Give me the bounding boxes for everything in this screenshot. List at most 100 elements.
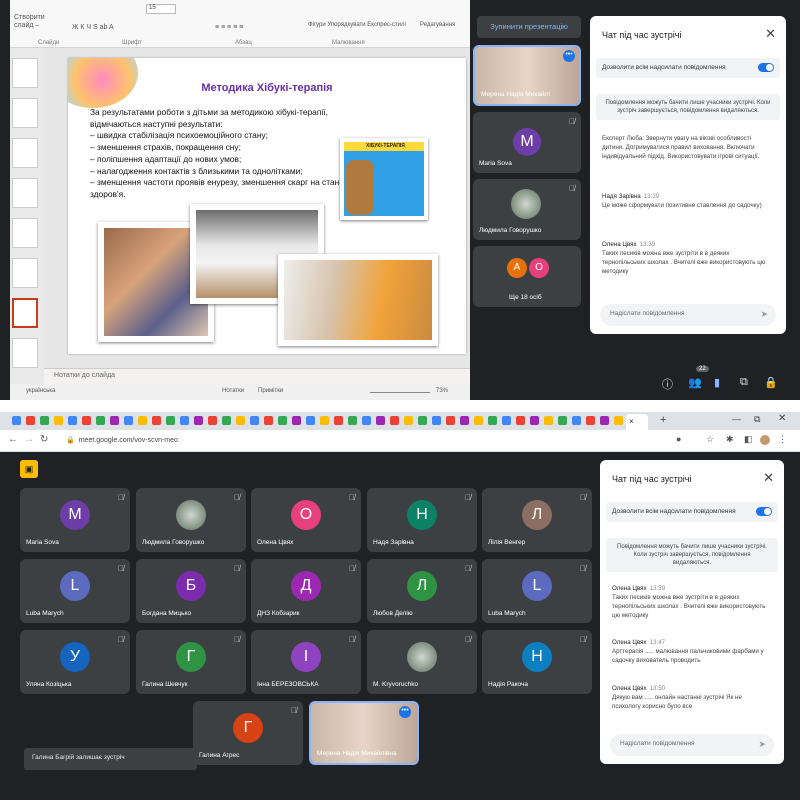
participant-tile[interactable]: 🎙̸ Г Галина Шевчук bbox=[136, 630, 246, 694]
new-slide-button[interactable]: Створити слайд – bbox=[14, 14, 54, 30]
tab-favicon[interactable] bbox=[446, 416, 455, 425]
send-icon[interactable]: ➤ bbox=[760, 309, 768, 320]
participant-tile[interactable]: 🎙̸ Людмила Говорушко bbox=[473, 179, 581, 240]
chat-icon[interactable]: ▮ bbox=[714, 376, 720, 389]
slide-thumbnail-active[interactable] bbox=[12, 298, 38, 328]
forward-icon[interactable]: → bbox=[24, 434, 34, 445]
participant-tile[interactable]: 🎙̸ Людмила Говорушко bbox=[136, 488, 246, 552]
participant-tile[interactable]: 🎙̸ L Luba Marych bbox=[482, 559, 592, 623]
tab-favicon[interactable] bbox=[516, 416, 525, 425]
tab-favicon[interactable] bbox=[306, 416, 315, 425]
info-icon[interactable]: ⓘ bbox=[662, 376, 673, 392]
editing-button[interactable]: Редагування bbox=[420, 22, 455, 28]
tab-favicon[interactable] bbox=[320, 416, 329, 425]
participant-tile[interactable]: 🎙̸ Н Надя Зарівна bbox=[367, 488, 477, 552]
tab-favicon[interactable] bbox=[432, 416, 441, 425]
tab-favicon[interactable] bbox=[376, 416, 385, 425]
minimize-icon[interactable]: — bbox=[732, 414, 741, 424]
tab-favicon[interactable] bbox=[404, 416, 413, 425]
tab-favicon[interactable] bbox=[530, 416, 539, 425]
tab-favicon[interactable] bbox=[572, 416, 581, 425]
tab-close-icon[interactable]: × bbox=[629, 417, 634, 426]
reload-icon[interactable]: ↻ bbox=[40, 434, 48, 445]
tab-favicon[interactable] bbox=[390, 416, 399, 425]
profile-avatar[interactable] bbox=[760, 435, 770, 445]
tab-favicon[interactable] bbox=[110, 416, 119, 425]
restore-icon[interactable]: ⧉ bbox=[754, 414, 760, 425]
participant-tile[interactable]: 🎙̸ L Luba Marych bbox=[20, 559, 130, 623]
slide-thumbnail[interactable] bbox=[12, 58, 38, 88]
participant-tile[interactable]: 🎙̸ Л Лілія Венгер bbox=[482, 488, 592, 552]
allow-messages-toggle[interactable] bbox=[758, 63, 774, 72]
language-status[interactable]: українська bbox=[26, 388, 56, 394]
tab-favicon[interactable] bbox=[124, 416, 133, 425]
chat-input[interactable]: Надіслати повідомлення ➤ bbox=[610, 734, 774, 756]
more-options-icon[interactable]: ••• bbox=[563, 50, 575, 62]
slide-thumbnail[interactable] bbox=[12, 258, 38, 288]
send-icon[interactable]: ➤ bbox=[758, 739, 766, 750]
tab-favicon[interactable] bbox=[586, 416, 595, 425]
tab-favicon[interactable] bbox=[460, 416, 469, 425]
tab-favicon[interactable] bbox=[334, 416, 343, 425]
tab-favicon[interactable] bbox=[152, 416, 161, 425]
participant-tile[interactable]: 🎙̸ І Інна БЕРЕЗОВСЬКА bbox=[251, 630, 361, 694]
chat-input[interactable]: Надіслати повідомлення ➤ bbox=[600, 304, 776, 326]
star-icon[interactable]: ☆ bbox=[706, 434, 714, 445]
slide-thumbnail[interactable] bbox=[12, 178, 38, 208]
slide-thumbnail[interactable] bbox=[12, 338, 38, 368]
participant-tile[interactable]: 🎙̸ Н Надія Ракоча bbox=[482, 630, 592, 694]
allow-messages-toggle[interactable] bbox=[756, 507, 772, 516]
tab-favicon[interactable] bbox=[96, 416, 105, 425]
slide-canvas[interactable]: Методика Хібукі-терапія За результатами … bbox=[68, 58, 466, 354]
participant-tile[interactable]: 🎙̸ Г Галина Агрес bbox=[193, 701, 303, 765]
active-tab[interactable]: × bbox=[626, 414, 648, 430]
extensions-icon[interactable]: ✱ bbox=[726, 434, 734, 445]
tab-favicon[interactable] bbox=[264, 416, 273, 425]
camera-icon[interactable]: ● bbox=[676, 434, 681, 444]
notes-pane[interactable]: Нотатки до слайда bbox=[44, 368, 470, 384]
tab-favicon[interactable] bbox=[82, 416, 91, 425]
tab-favicon[interactable] bbox=[558, 416, 567, 425]
tab-favicon[interactable] bbox=[236, 416, 245, 425]
tab-favicon[interactable] bbox=[180, 416, 189, 425]
tab-favicon[interactable] bbox=[348, 416, 357, 425]
participant-tile[interactable]: 🎙̸ M Maria Sova bbox=[20, 488, 130, 552]
tab-favicon[interactable] bbox=[40, 416, 49, 425]
tab-favicon[interactable] bbox=[26, 416, 35, 425]
participant-tile[interactable]: 🎙̸ M. Kryvoruchko bbox=[367, 630, 477, 694]
tab-favicon[interactable] bbox=[292, 416, 301, 425]
notes-toggle[interactable]: Нотатки bbox=[222, 388, 244, 394]
tab-favicon[interactable] bbox=[222, 416, 231, 425]
tab-favicon[interactable] bbox=[194, 416, 203, 425]
stop-presenting-button[interactable]: Зупинити презентацію bbox=[477, 16, 581, 38]
tab-favicon[interactable] bbox=[250, 416, 259, 425]
tab-favicon[interactable] bbox=[488, 416, 497, 425]
participant-tile[interactable]: ••• Мерена Надія Михайлівна bbox=[309, 701, 419, 765]
lock-icon[interactable]: 🔒 bbox=[764, 376, 778, 389]
slide-thumbnail[interactable] bbox=[12, 98, 38, 128]
tab-favicon[interactable] bbox=[614, 416, 623, 425]
participant-tile[interactable]: 🎙̸ Б Богдана Мицько bbox=[136, 559, 246, 623]
close-icon[interactable]: ✕ bbox=[763, 470, 774, 486]
close-window-icon[interactable]: ✕ bbox=[778, 413, 786, 424]
zoom-slider[interactable] bbox=[370, 392, 430, 393]
paragraph-buttons[interactable]: ≡ ≡ ≡ ≡ ≡ bbox=[215, 24, 243, 31]
menu-icon[interactable]: ⋮ bbox=[778, 434, 787, 445]
tab-favicon[interactable] bbox=[12, 416, 21, 425]
drawing-buttons[interactable]: Фігури Упорядкувати Експрес-стилі bbox=[308, 22, 406, 28]
presentation-icon[interactable]: ▣ bbox=[20, 460, 38, 478]
sidebar-icon[interactable]: ◧ bbox=[744, 434, 753, 445]
new-tab-button[interactable]: + bbox=[660, 414, 666, 426]
participant-tile[interactable]: 🎙̸ Д ДНЗ Кобзарик bbox=[251, 559, 361, 623]
slide-thumbnail[interactable] bbox=[12, 218, 38, 248]
tab-favicon[interactable] bbox=[600, 416, 609, 425]
participant-tile[interactable]: 🎙̸ О Олена Цвях bbox=[251, 488, 361, 552]
participant-tile[interactable]: 🎙̸ Л Любов Делію bbox=[367, 559, 477, 623]
tab-favicon[interactable] bbox=[208, 416, 217, 425]
back-icon[interactable]: ← bbox=[8, 434, 18, 445]
tab-favicon[interactable] bbox=[418, 416, 427, 425]
tab-favicon[interactable] bbox=[138, 416, 147, 425]
slide-thumbnail[interactable] bbox=[12, 138, 38, 168]
close-icon[interactable]: ✕ bbox=[765, 26, 776, 42]
tab-favicon[interactable] bbox=[502, 416, 511, 425]
